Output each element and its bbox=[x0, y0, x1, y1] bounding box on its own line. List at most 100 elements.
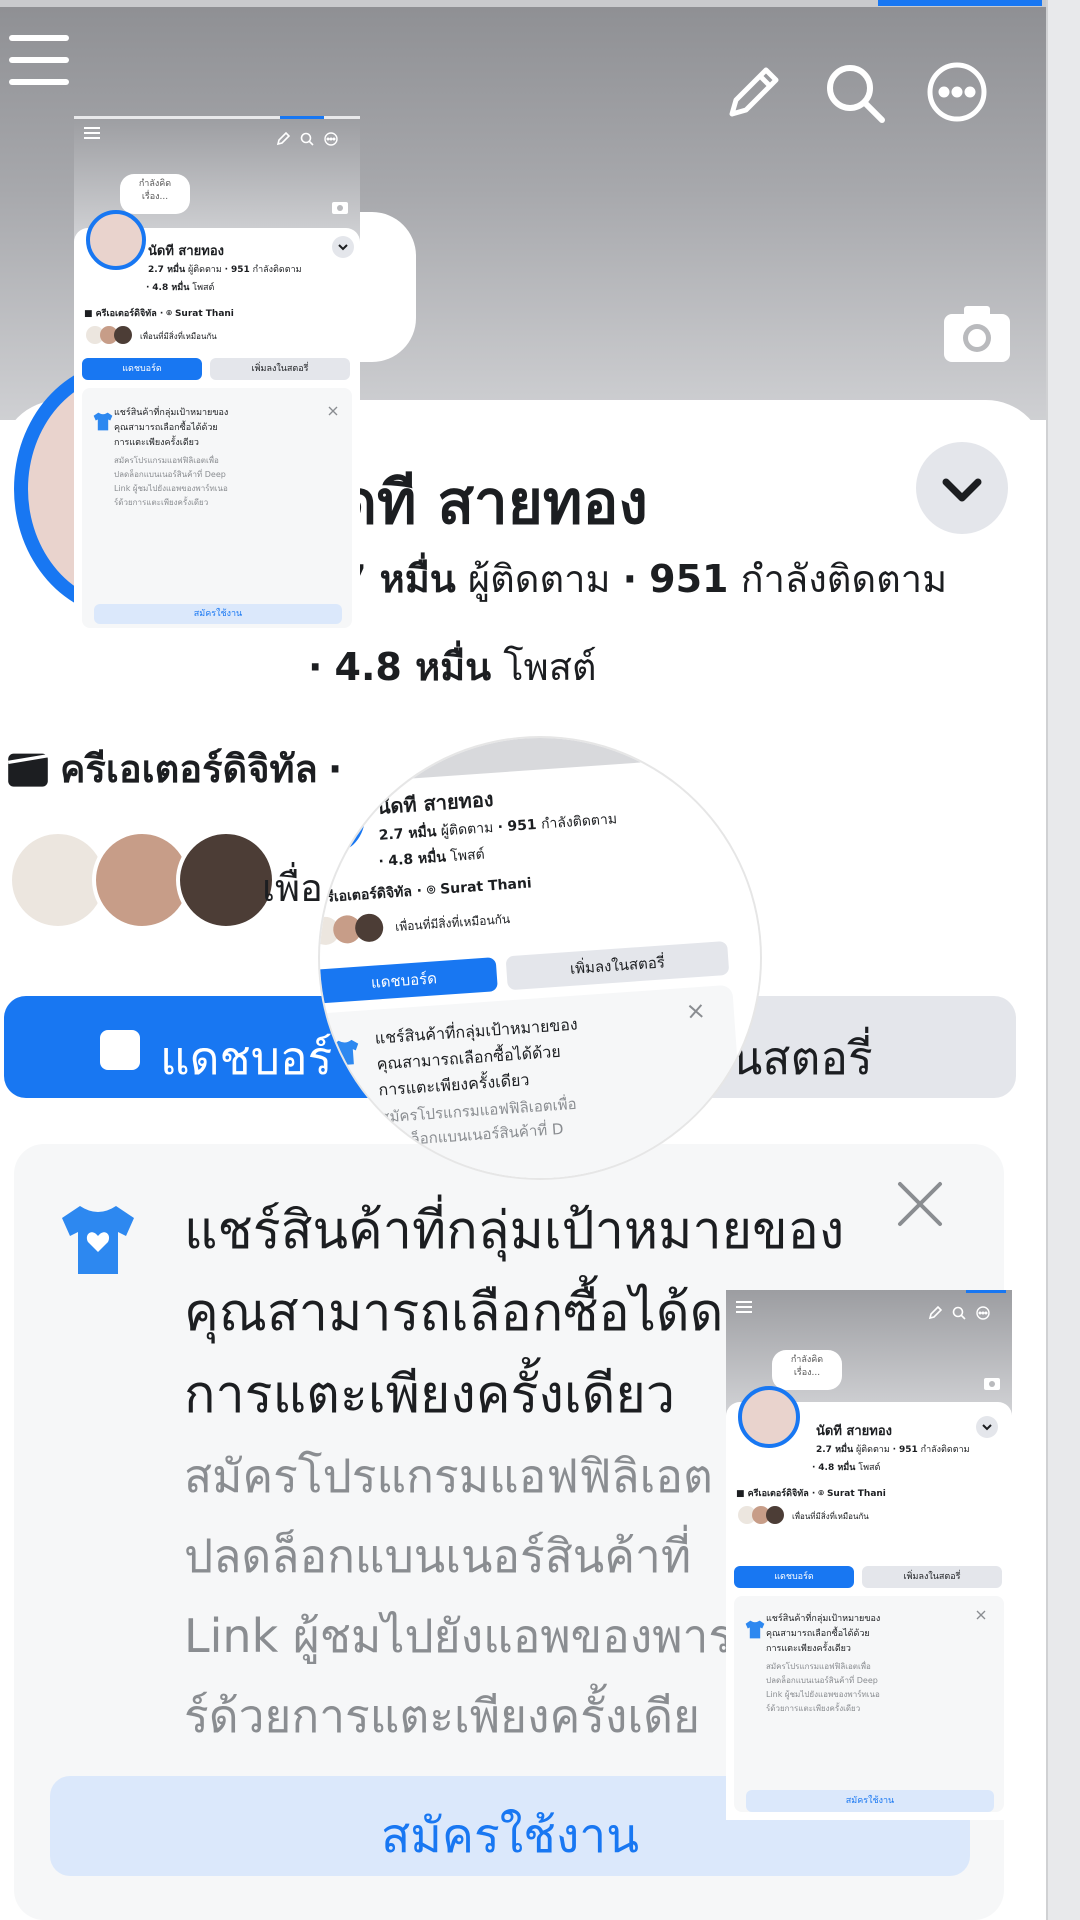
location-text: Surat Thani bbox=[439, 875, 533, 898]
promo-desc-line: ร์ด้วยการแตะเพียงครั้งเดียว bbox=[766, 1704, 861, 1713]
mutual-friends-text[interactable]: เพื่อ bbox=[262, 857, 323, 918]
add-story-button[interactable]: เพิ่มลงในสตอรี่ bbox=[210, 358, 350, 380]
camera-icon[interactable] bbox=[944, 306, 1010, 362]
profile-name: นัดที สายทอง bbox=[148, 244, 225, 259]
magnifier-lens: นัดที สายทอง 2.7 หมื่น ผู้ติดตาม · 951 ก… bbox=[320, 738, 760, 1178]
apply-button[interactable]: สมัครใช้งาน bbox=[94, 604, 342, 624]
camera-icon[interactable] bbox=[984, 1376, 1000, 1390]
creator-row: ■ ครีเอเตอร์ดิจิทัล · ⌾ Surat Thani bbox=[84, 309, 234, 319]
pencil-icon[interactable] bbox=[722, 62, 784, 124]
apply-label: สมัครใช้งาน bbox=[845, 1796, 895, 1806]
pencil-icon[interactable] bbox=[928, 1306, 942, 1320]
creator-category: ครีเอเตอร์ดิจิทัล bbox=[95, 309, 157, 319]
thought-text: กำลังคิด bbox=[790, 1355, 824, 1365]
camera-icon[interactable] bbox=[332, 200, 348, 214]
stat-dot: · bbox=[812, 1463, 816, 1473]
posts-count: 4.8 หมื่น bbox=[152, 283, 190, 293]
location-text: Surat Thani bbox=[826, 1489, 886, 1499]
following-count: 951 bbox=[649, 557, 729, 601]
dashboard-button[interactable]: แดชบอร์ด bbox=[734, 1566, 854, 1588]
promo-description: สมัครโปรแกรมแอฟฟิลิเอตเพื่อ ปลดล็อกแบนเน… bbox=[766, 1660, 880, 1716]
menu-icon[interactable] bbox=[84, 126, 100, 140]
followers-count: 2.7 หมื่น bbox=[148, 265, 186, 275]
chevron-down-icon[interactable] bbox=[332, 236, 354, 258]
chevron-down-icon[interactable] bbox=[976, 1416, 998, 1438]
chevron-down-button[interactable] bbox=[916, 442, 1008, 534]
dashboard-label: แดชบอร์ด bbox=[122, 364, 162, 374]
promo-title: แชร์สินค้าที่กลุ่มเป้าหมายของ คุณสามารถเ… bbox=[114, 406, 228, 451]
separator-dot: · bbox=[159, 309, 164, 319]
promo-title-line: แชร์สินค้าที่กลุ่มเป้าหมายของ bbox=[766, 1614, 881, 1624]
tshirt-icon bbox=[745, 1620, 765, 1639]
search-icon[interactable] bbox=[300, 132, 314, 146]
mutual-friends-avatars[interactable] bbox=[86, 326, 136, 346]
tshirt-icon bbox=[62, 1206, 134, 1274]
promo-title: แชร์สินค้าที่กลุ่มเป้าหมายของ คุณสามารถเ… bbox=[374, 1012, 582, 1104]
close-icon[interactable] bbox=[328, 406, 338, 416]
add-story-label: เพิ่มลงในสตอรี่ bbox=[903, 1572, 961, 1582]
close-icon[interactable] bbox=[896, 1180, 944, 1228]
promo-desc-line: Link ผู้ชมไปยังแอพของพาร์ทเนอ bbox=[114, 484, 228, 493]
posts-label: โพสต์ bbox=[192, 283, 215, 293]
followers-label: ผู้ติดตาม bbox=[187, 265, 222, 275]
tshirt-icon bbox=[93, 412, 113, 431]
posts-label: โพสต์ bbox=[449, 846, 486, 865]
followers-label: ผู้ติดตาม bbox=[855, 1445, 890, 1455]
more-icon[interactable] bbox=[925, 60, 989, 124]
following-count: 951 bbox=[230, 265, 250, 275]
add-story-label: เพิ่มลงในสตอรี่ bbox=[569, 953, 666, 978]
following-count: 951 bbox=[898, 1445, 918, 1455]
friend-avatar[interactable] bbox=[176, 830, 276, 930]
mutual-friends-avatars[interactable] bbox=[320, 912, 392, 946]
profile-stats: 2.7 หมื่น ผู้ติดตาม · 951 กำลังติดตาม bbox=[148, 262, 302, 276]
mutual-friends-text[interactable]: เพื่อนที่มีสิ่งที่เหมือนกัน bbox=[140, 330, 217, 343]
close-icon[interactable] bbox=[976, 1610, 986, 1620]
posts-count: 4.8 หมื่น bbox=[334, 645, 492, 689]
promo-desc-line: ปลดล็อกแบนเนอร์สินค้าที่ Deep bbox=[114, 470, 226, 479]
scroll-edge bbox=[1046, 0, 1080, 1920]
followers-count: 2.7 หมื่น bbox=[816, 1445, 854, 1455]
stat-dot: · bbox=[146, 283, 150, 293]
promo-title-line: การแตะเพียงครั้งเดียว bbox=[766, 1644, 851, 1654]
followers-label: ผู้ติดตาม bbox=[467, 557, 611, 601]
promo-title-line: แชร์สินค้าที่กลุ่มเป้าหมายของ bbox=[184, 1201, 845, 1261]
thought-bubble[interactable]: กำลังคิด เรื่อง... bbox=[772, 1350, 842, 1390]
more-icon[interactable] bbox=[324, 132, 338, 146]
promo-desc-line: ปลดล็อกแบนเนอร์สินค้าที่ Deep bbox=[766, 1676, 878, 1685]
search-icon[interactable] bbox=[952, 1306, 966, 1320]
posts-stat: · 4.8 หมื่น โพสต์ bbox=[308, 636, 597, 697]
dashboard-button[interactable]: แดชบอร์ด bbox=[82, 358, 202, 380]
promo-title-line: แชร์สินค้าที่กลุ่มเป้าหมายของ bbox=[114, 408, 229, 418]
thought-text: กำลังคิด bbox=[138, 179, 172, 189]
following-label: กำลังติดตาม bbox=[540, 811, 618, 833]
dashboard-label: แดชบอร์ bbox=[160, 1031, 333, 1085]
close-icon[interactable] bbox=[687, 1003, 704, 1020]
more-icon[interactable] bbox=[976, 1306, 990, 1320]
stat-dot: · bbox=[378, 853, 385, 870]
apply-label: สมัครใช้งาน bbox=[193, 609, 243, 619]
dashboard-icon bbox=[100, 1030, 140, 1070]
mutual-friends-text[interactable]: เพื่อนที่มีสิ่งที่เหมือนกัน bbox=[792, 1510, 869, 1523]
followers-count: 2.7 หมื่น bbox=[378, 823, 437, 844]
posts-label: โพสต์ bbox=[503, 645, 597, 689]
avatar[interactable] bbox=[86, 210, 146, 270]
thought-bubble[interactable]: กำลังคิด เรื่อง... bbox=[120, 174, 190, 214]
location-text: Surat Thani bbox=[174, 309, 234, 319]
add-story-button[interactable]: เพิ่มลงในสตอรี่ bbox=[862, 1566, 1002, 1588]
menu-icon[interactable] bbox=[8, 30, 70, 92]
stat-dot: · bbox=[497, 819, 504, 836]
pencil-icon[interactable] bbox=[276, 132, 290, 146]
following-label: กำลังติดตาม bbox=[252, 265, 302, 275]
menu-icon[interactable] bbox=[736, 1300, 752, 1314]
apply-button[interactable]: สมัครใช้งาน bbox=[746, 1790, 994, 1812]
posts-count: 4.8 หมื่น bbox=[387, 849, 447, 870]
following-label: กำลังติดตาม bbox=[740, 557, 948, 601]
friend-avatar bbox=[354, 912, 385, 943]
tshirt-icon bbox=[332, 1039, 359, 1066]
creator-category: ครีเอเตอร์ดิจิทัล bbox=[60, 747, 318, 791]
stat-dot: · bbox=[892, 1445, 897, 1455]
friend-avatar bbox=[114, 326, 132, 344]
search-icon[interactable] bbox=[822, 60, 888, 126]
avatar[interactable] bbox=[738, 1386, 800, 1448]
mutual-friends-avatars[interactable] bbox=[738, 1506, 788, 1526]
